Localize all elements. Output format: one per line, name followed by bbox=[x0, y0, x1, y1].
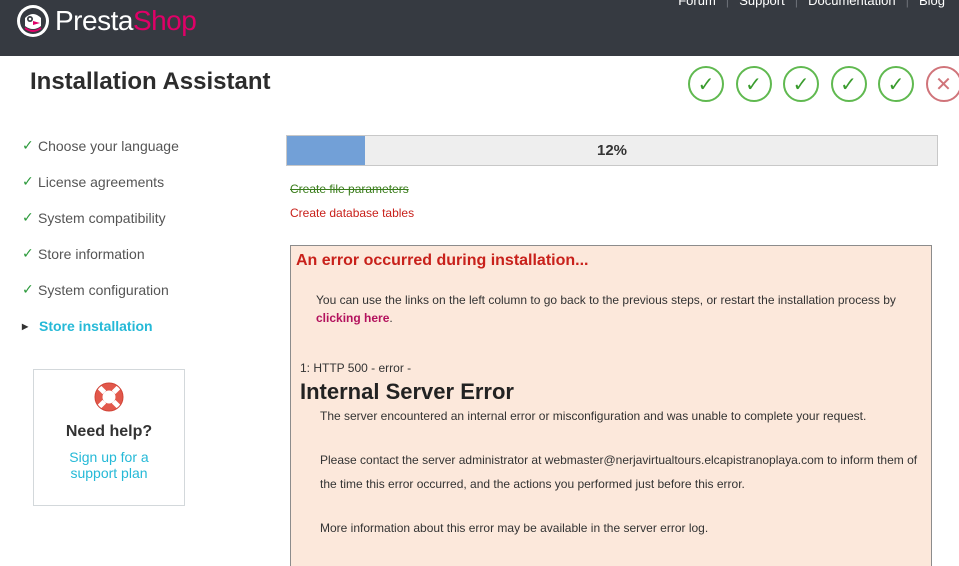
step-done-check-icon: ✓ bbox=[830, 66, 867, 102]
page-title: Installation Assistant bbox=[30, 68, 271, 95]
sidebar-item-label: Choose your language bbox=[38, 138, 179, 154]
sidebar-item-license-agreements[interactable]: ✓ License agreements bbox=[22, 164, 262, 200]
step-done-check-icon: ✓ bbox=[735, 66, 772, 102]
step-failed-x-icon: ✕ bbox=[925, 66, 959, 102]
server-error-paragraph-2: Please contact the server administrator … bbox=[320, 453, 918, 491]
check-icon: ✓ bbox=[22, 210, 34, 226]
puffin-logo-icon bbox=[17, 5, 49, 37]
error-message-text: You can use the links on the left column… bbox=[316, 293, 896, 307]
server-error-title: Internal Server Error bbox=[300, 379, 514, 404]
error-message: You can use the links on the left column… bbox=[316, 291, 916, 327]
server-error-paragraph-3: More information about this error may be… bbox=[320, 521, 709, 535]
help-title: Need help? bbox=[65, 423, 153, 440]
prestashop-logo[interactable]: PrestaShop bbox=[16, 4, 197, 38]
sidebar-item-label: Store information bbox=[38, 246, 145, 262]
step-done-check-icon: ✓ bbox=[878, 66, 914, 102]
check-icon: ✓ bbox=[22, 246, 34, 262]
sidebar-item-label: Store installation bbox=[39, 318, 153, 334]
sidebar-item-choose-language[interactable]: ✓ Choose your language bbox=[22, 128, 262, 164]
help-box: Need help? Sign up for a support plan bbox=[33, 369, 185, 506]
current-step-arrow-icon: ▶ bbox=[22, 321, 29, 331]
check-icon: ✓ bbox=[22, 174, 34, 190]
task-create-file-parameters: Create file parameters bbox=[290, 182, 409, 196]
server-error-paragraph-1: The server encountered an internal error… bbox=[320, 409, 867, 423]
brand-name-part2: Shop bbox=[132, 5, 197, 36]
install-progress-bar: 12% bbox=[286, 135, 938, 166]
support-link[interactable]: Support bbox=[729, 0, 795, 8]
top-bar: PrestaShop Forum | Support | Documentation | B… bbox=[0, 0, 959, 56]
support-plan-link-line1: Sign up for a bbox=[69, 449, 149, 465]
sidebar-item-system-configuration[interactable]: ✓ System configuration bbox=[22, 272, 262, 308]
check-icon: ✓ bbox=[22, 138, 34, 154]
forum-link[interactable]: Forum bbox=[668, 0, 726, 8]
support-plan-link-line2: support plan bbox=[70, 465, 148, 481]
blog-link[interactable]: Blog bbox=[909, 0, 955, 8]
steps-sidebar: ✓ Choose your language ✓ License agreeme… bbox=[22, 128, 262, 344]
error-heading: An error occurred during installation... bbox=[296, 252, 589, 269]
restart-installation-link[interactable]: clicking here bbox=[316, 311, 389, 325]
http-status-line: 1: HTTP 500 - error - bbox=[300, 361, 412, 375]
sidebar-item-system-compatibility[interactable]: ✓ System compatibility bbox=[22, 200, 262, 236]
sidebar-item-label: System configuration bbox=[38, 282, 169, 298]
error-message-end: . bbox=[389, 311, 393, 325]
documentation-link[interactable]: Documentation bbox=[798, 0, 905, 8]
sidebar-item-store-installation: ▶ Store installation bbox=[22, 308, 262, 344]
step-done-check-icon: ✓ bbox=[783, 66, 819, 102]
top-links: Forum | Support | Documentation | Blog bbox=[668, 0, 955, 8]
lifebuoy-icon bbox=[94, 382, 124, 412]
brand-name-part1: Presta bbox=[55, 5, 133, 36]
task-create-database-tables: Create database tables bbox=[290, 206, 415, 220]
sidebar-item-label: System compatibility bbox=[38, 210, 166, 226]
sidebar-item-label: License agreements bbox=[38, 174, 165, 190]
step-done-check-icon: ✓ bbox=[688, 66, 724, 102]
sidebar-item-store-information[interactable]: ✓ Store information bbox=[22, 236, 262, 272]
error-panel: An error occurred during installation...… bbox=[290, 245, 932, 566]
step-indicators: ✓ ✓ ✓ ✓ ✓ ✕ bbox=[688, 66, 959, 102]
progress-label: 12% bbox=[596, 142, 628, 159]
check-icon: ✓ bbox=[22, 282, 34, 298]
support-plan-link[interactable]: Sign up for a support plan bbox=[34, 449, 184, 481]
